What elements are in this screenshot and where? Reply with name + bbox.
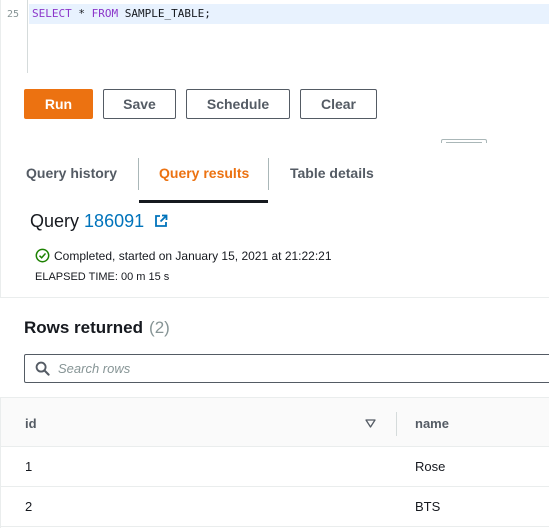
results-table: id name 1 Rose 2 BTS [0, 397, 549, 528]
search-rows-input[interactable] [58, 355, 538, 382]
cell-id: 2 [25, 499, 33, 514]
column-resizer[interactable] [396, 412, 397, 436]
keyword-from: FROM [91, 7, 119, 20]
tab-query-history[interactable]: Query history [26, 143, 117, 203]
editor-toolbar: Run Save Schedule Clear [0, 73, 549, 147]
tab-query-results[interactable]: Query results [159, 143, 249, 203]
external-link-icon[interactable] [154, 214, 168, 228]
keyword-select: SELECT [32, 7, 72, 20]
cell-name: BTS [415, 499, 441, 514]
clear-button[interactable]: Clear [300, 89, 377, 119]
elapsed-time: ELAPSED TIME: 00 m 15 s [35, 271, 170, 283]
cell-id: 1 [25, 459, 33, 474]
code-star: * [71, 7, 92, 20]
rows-returned-heading: Rows returned (2) [24, 318, 170, 338]
query-id-link[interactable]: 186091 [84, 211, 144, 231]
query-status-panel: Query 186091 Completed, started on Janua… [0, 203, 549, 298]
save-button[interactable]: Save [103, 89, 176, 119]
sort-down-icon[interactable] [365, 419, 376, 428]
code-table-name: SAMPLE_TABLE; [118, 7, 211, 20]
check-circle-icon [35, 248, 50, 263]
tab-table-details[interactable]: Table details [290, 143, 374, 203]
rows-count: (2) [149, 318, 170, 337]
run-button[interactable]: Run [24, 89, 93, 119]
query-title-prefix: Query [30, 211, 80, 231]
table-header: id name [1, 397, 549, 447]
status-text: Completed, started on January 15, 2021 a… [54, 248, 332, 263]
search-icon [35, 361, 50, 376]
column-header-id[interactable]: id [25, 416, 37, 431]
results-tabs: Query history Query results Table detail… [0, 143, 549, 203]
rows-heading-label: Rows returned [24, 318, 144, 337]
query-title: Query 186091 [30, 211, 144, 232]
cell-name: Rose [415, 459, 446, 474]
tab-divider [268, 158, 269, 190]
query-status: Completed, started on January 15, 2021 a… [35, 248, 332, 263]
editor-gutter: 25 [1, 0, 28, 73]
sql-editor[interactable]: 25 SELECT * FROM SAMPLE_TABLE; [0, 0, 549, 73]
table-row: 1 Rose [1, 447, 549, 487]
code-line[interactable]: SELECT * FROM SAMPLE_TABLE; [32, 7, 211, 20]
tab-divider [138, 158, 139, 190]
schedule-button[interactable]: Schedule [186, 89, 290, 119]
line-number: 25 [7, 9, 20, 20]
search-rows-box [24, 354, 549, 383]
column-header-name[interactable]: name [415, 416, 449, 431]
table-row: 2 BTS [1, 487, 549, 527]
